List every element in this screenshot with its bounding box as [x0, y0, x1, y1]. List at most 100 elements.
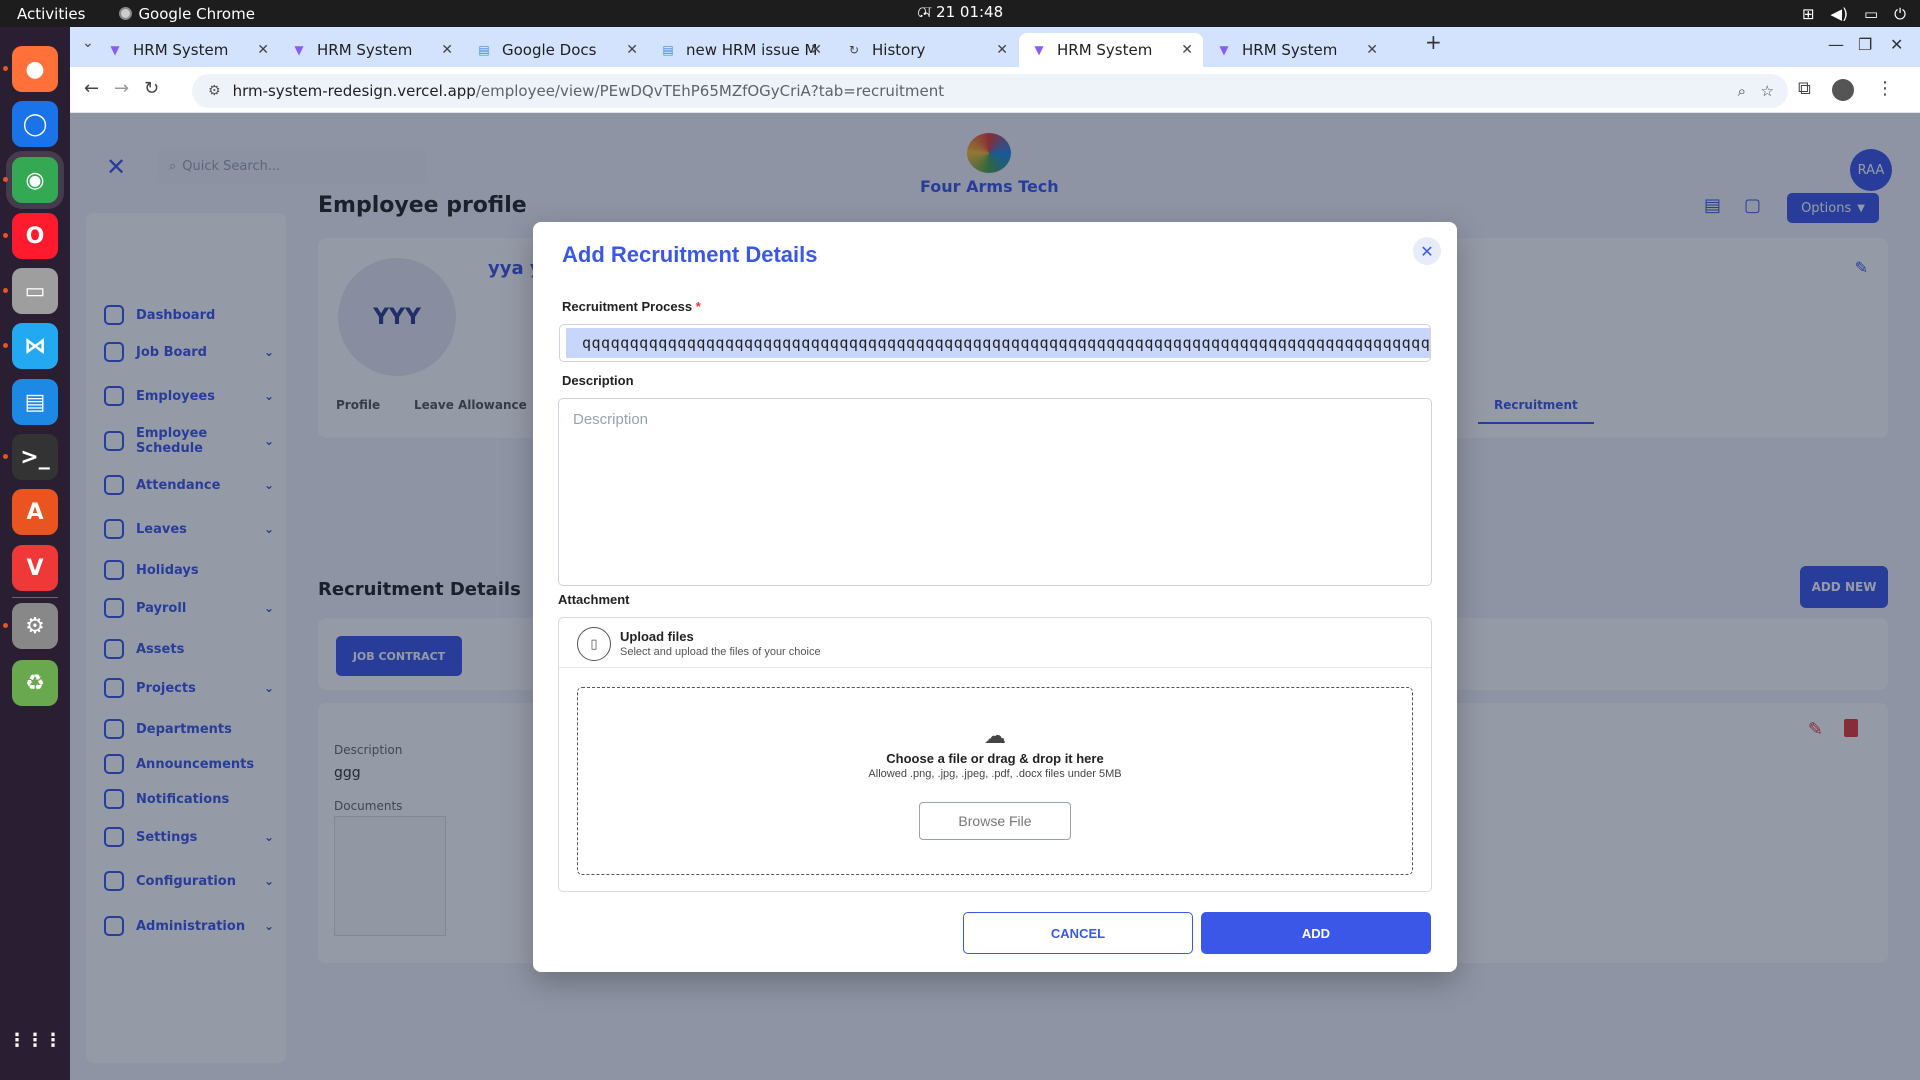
writer-icon[interactable]: ▤ [12, 379, 58, 425]
running-indicator [3, 288, 8, 293]
bookmark-star-icon[interactable]: ☆ [1761, 82, 1774, 100]
recruitment-process-label-text: Recruitment Process [562, 299, 693, 314]
upload-title: Upload files [620, 629, 694, 644]
dock: ● ◯ ◉ O ▭ ⋈ ▤ >_ A V ⚙ ♻ ⋮⋮⋮ [0, 27, 70, 1080]
file-icon: ▯ [577, 627, 611, 661]
tab-favicon-icon: ▼ [294, 43, 304, 57]
extensions-icon[interactable]: ⧉ [1798, 78, 1811, 99]
settings-icon[interactable]: ⚙ [12, 603, 58, 649]
app-name: Google Chrome [138, 4, 255, 23]
browser-tab[interactable]: ▼ HRM System ✕ [279, 33, 463, 67]
tab-title: new HRM issue MAY 20... [686, 41, 816, 59]
running-indicator [3, 66, 8, 71]
tab-favicon-icon: ▤ [478, 43, 490, 57]
tab-title: HRM System [133, 41, 229, 59]
chromium-icon[interactable]: ◯ [12, 101, 58, 147]
back-icon[interactable]: ← [84, 78, 99, 99]
new-tab-button[interactable]: + [1425, 30, 1442, 54]
trash-icon[interactable]: ♻ [12, 660, 58, 706]
tab-close-icon[interactable]: ✕ [257, 42, 269, 58]
profile-avatar-icon[interactable] [1832, 79, 1854, 101]
browser-tab[interactable]: ↻ History ✕ [834, 33, 1018, 67]
recruitment-process-label: Recruitment Process * [562, 299, 701, 314]
dropzone-allowed-types: Allowed .png, .jpg, .jpeg, .pdf, .docx f… [868, 768, 1122, 780]
site-info-icon[interactable]: ⚙ [208, 83, 221, 99]
browser-tab[interactable]: ▤ new HRM issue MAY 20...✕ [648, 33, 832, 67]
zoom-icon[interactable]: ⌕ [1738, 82, 1746, 100]
reload-icon[interactable]: ↻ [144, 78, 159, 99]
description-textarea[interactable]: Description [558, 398, 1432, 586]
tab-favicon-icon: ▼ [1219, 43, 1229, 57]
browser-tab[interactable]: ▼ HRM System ✕ [1204, 33, 1388, 67]
running-indicator [3, 177, 8, 182]
url-path: /employee/view/PEwDQvTEhP65MZfOGyCriA?ta… [475, 82, 945, 100]
terminal-icon[interactable]: >_ [12, 434, 58, 480]
description-placeholder: Description [573, 411, 649, 428]
minimize-button[interactable]: — [1828, 35, 1844, 54]
show-apps-icon[interactable]: ⋮⋮⋮ [8, 1017, 62, 1063]
attachment-box: ▯ Upload files Select and upload the fil… [558, 617, 1432, 892]
tab-close-icon[interactable]: ✕ [441, 42, 453, 58]
running-indicator [3, 343, 8, 348]
tab-close-icon[interactable]: ✕ [626, 42, 638, 58]
modal-close-button[interactable]: ✕ [1413, 237, 1441, 265]
add-button[interactable]: ADD [1201, 912, 1431, 954]
power-icon: ⏻ [1894, 4, 1906, 23]
tab-title: HRM System [1057, 41, 1153, 59]
forward-icon[interactable]: → [114, 78, 129, 99]
url-host: hrm-system-redesign.vercel.app [232, 82, 476, 100]
vivaldi-icon[interactable]: V [12, 545, 58, 591]
tab-title: History [872, 41, 926, 59]
add-recruitment-modal: Add Recruitment Details ✕ Recruitment Pr… [533, 222, 1457, 972]
dock-separator [12, 597, 58, 598]
vscode-icon[interactable]: ⋈ [12, 323, 58, 369]
window-close-button[interactable]: ✕ [1890, 35, 1903, 54]
browser-tab[interactable]: ▼ HRM System ✕ [95, 33, 279, 67]
tab-close-icon[interactable]: ✕ [1366, 42, 1378, 58]
network-icon: ⊞ [1801, 4, 1815, 23]
files-icon[interactable]: ▭ [12, 268, 58, 314]
browser-tab-strip: ⌄ ▼ HRM System ✕ ▼ HRM System ✕ ▤ Google Docs ✕ ▤… [70, 27, 1920, 67]
cloud-upload-icon: ☁ [984, 724, 1006, 749]
attachment-label: Attachment [558, 592, 630, 607]
running-indicator [3, 623, 8, 628]
description-label: Description [562, 373, 634, 388]
system-tray[interactable]: ⊞ ◀) ▭ ⏻ [1802, 5, 1906, 23]
clock[interactable]: মে 21 01:48 [917, 1, 1003, 26]
opera-icon[interactable]: O [12, 213, 58, 259]
tab-close-icon[interactable]: ✕ [810, 42, 822, 58]
close-icon: ✕ [1420, 241, 1434, 261]
file-dropzone[interactable]: ☁ Choose a file or drag & drop it here A… [577, 687, 1413, 875]
chrome-menu-icon[interactable]: ⋮ [1876, 78, 1894, 99]
firefox-icon[interactable]: ● [12, 46, 58, 92]
tab-title: Google Docs [502, 41, 597, 59]
running-indicator [3, 454, 8, 459]
battery-icon: ▭ [1863, 4, 1879, 23]
browser-toolbar: ← → ↻ ⚙ hrm-system-redesign.vercel.app/e… [70, 67, 1920, 113]
tab-favicon-icon: ↻ [848, 43, 860, 57]
running-indicator [3, 233, 8, 238]
tab-favicon-icon: ▼ [110, 43, 120, 57]
activities-button[interactable]: Activities [17, 5, 85, 23]
address-bar[interactable]: ⚙ hrm-system-redesign.vercel.app/employe… [192, 74, 1788, 108]
maximize-button[interactable]: ❐ [1858, 35, 1872, 54]
volume-icon: ◀) [1830, 4, 1848, 23]
web-page: ✕ ⌕ Quick Search... Four Arms Tech RAA D… [70, 113, 1920, 1080]
chrome-icon[interactable]: ◉ [12, 157, 58, 203]
upload-subtitle: Select and upload the files of your choi… [620, 646, 821, 658]
cancel-button[interactable]: CANCEL [963, 912, 1193, 954]
tab-close-icon[interactable]: ✕ [1181, 42, 1193, 58]
chrome-app-icon [119, 7, 133, 20]
app-center-icon[interactable]: A [12, 489, 58, 535]
tab-favicon-icon: ▤ [662, 43, 674, 57]
tab-close-icon[interactable]: ✕ [996, 42, 1008, 58]
tab-search-icon[interactable]: ⌄ [82, 35, 94, 51]
browser-tab[interactable]: ▤ Google Docs ✕ [464, 33, 648, 67]
browser-tab[interactable]: ▼ HRM System ✕ [1019, 33, 1203, 67]
browse-file-button[interactable]: Browse File [919, 802, 1071, 840]
app-menu[interactable]: Google Chrome [119, 5, 255, 23]
tab-title: HRM System [1242, 41, 1338, 59]
tab-favicon-icon: ▼ [1034, 43, 1044, 57]
upload-header: ▯ Upload files Select and upload the fil… [559, 618, 1431, 668]
recruitment-process-input[interactable]: qqqqqqqqqqqqqqqqqqqqqqqqqqqqqqqqqqqqqqqq… [559, 324, 1431, 362]
